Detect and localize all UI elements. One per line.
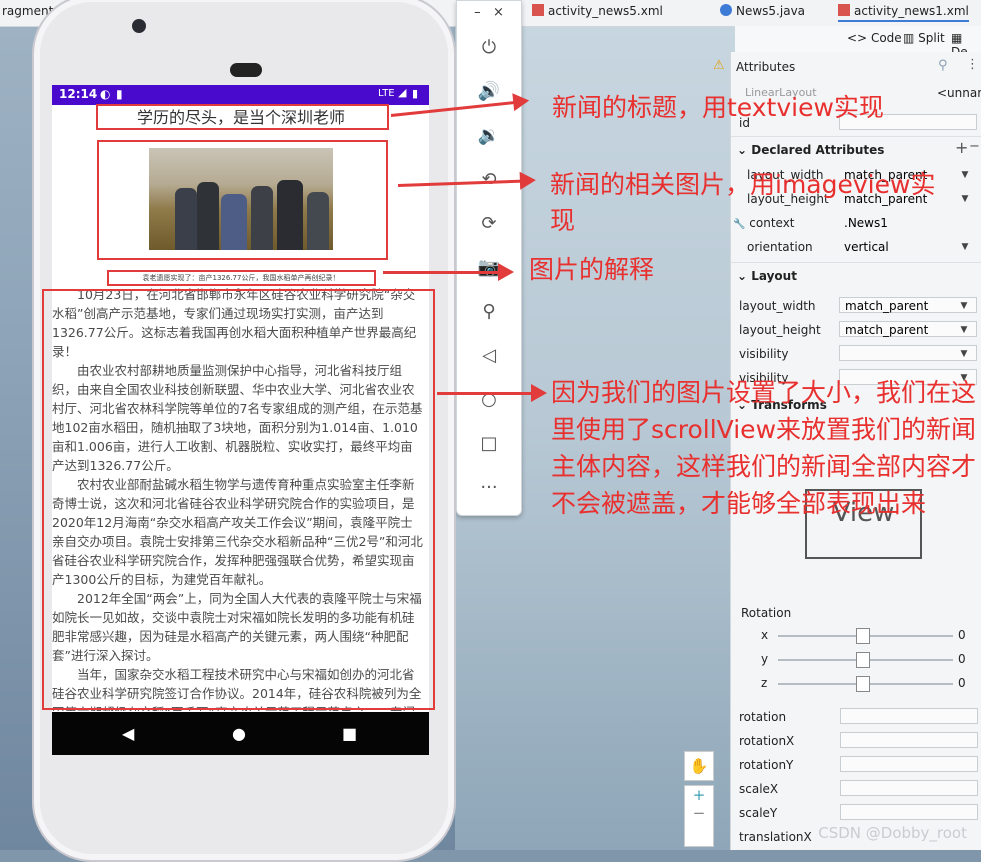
volume-down-icon[interactable]: 🔉 [457, 125, 521, 146]
annotation-scrollview: 因为我们的图片设置了大小，我们在这里使用了scrollView来放置我们的新闻主… [551, 378, 977, 518]
layout-value[interactable]: ▼ [839, 345, 977, 361]
battery-icon: ▮ [412, 87, 419, 100]
nav-back-icon[interactable]: ◀ [122, 724, 134, 743]
signal-icon: ◢ [398, 86, 407, 99]
nav-bar: ◀ ● ■ [52, 712, 429, 755]
pan-hand-icon[interactable]: ✋ [684, 751, 714, 781]
tab-news5-java[interactable]: News5.java [720, 4, 805, 18]
split-mode-button[interactable]: ▥ Split [903, 31, 945, 45]
arrow-to-scroll-note [437, 384, 547, 402]
transform-field[interactable] [840, 780, 978, 796]
image-highlight-box [97, 140, 388, 260]
tab-activity-news1[interactable]: activity_news1.xml [838, 4, 969, 22]
code-mode-button[interactable]: <> Code [847, 31, 902, 45]
more-icon[interactable]: ··· [457, 477, 521, 498]
slider-knob[interactable] [856, 652, 870, 668]
csdn-watermark: CSDN @Dobby_root [818, 824, 967, 842]
declared-value[interactable]: vertical ▼ [839, 239, 977, 255]
declared-attributes-header[interactable]: ⌄ Declared Attributes [737, 143, 981, 157]
rotation-label: Rotation [741, 606, 792, 620]
xml-file-icon [532, 4, 544, 16]
power-icon[interactable]: ⏻ [457, 37, 521, 58]
more-vert-icon[interactable]: ⋮ [966, 57, 979, 72]
add-attribute-icon[interactable]: + [955, 138, 968, 157]
minimize-close[interactable]: – × [457, 5, 521, 20]
rotation-y-slider[interactable] [778, 652, 953, 668]
java-file-icon [720, 4, 732, 16]
nav-home-icon[interactable]: ● [232, 724, 246, 743]
slider-knob[interactable] [856, 628, 870, 644]
rotation-z-value: 0 [958, 676, 966, 690]
rotation-x-slider[interactable] [778, 628, 953, 644]
zoom-icon[interactable]: ⚲ [457, 301, 521, 322]
network-type: LTE [378, 88, 395, 99]
view-mode-bar: <> Code ▥ Split ▦ De [735, 26, 981, 59]
clock: 12:14 [59, 87, 98, 101]
annotation-caption: 图片的解释 [529, 255, 655, 284]
nav-recents-icon[interactable]: ■ [342, 724, 357, 743]
title-highlight-box [96, 104, 389, 130]
volume-up-icon[interactable]: 🔊 [457, 81, 521, 102]
annotation-image: 新闻的相关图片，用imageview实现 [550, 170, 936, 235]
earpiece-speaker [230, 63, 262, 77]
zoom-out-icon[interactable]: − [685, 804, 713, 822]
front-camera [132, 19, 146, 33]
back-icon[interactable]: ◁ [457, 345, 521, 366]
xml-file-icon [838, 4, 850, 16]
transform-field[interactable] [840, 708, 978, 724]
transform-field[interactable] [840, 804, 978, 820]
rotation-x-value: 0 [958, 628, 966, 642]
arrow-to-caption-note [383, 263, 514, 281]
remove-attribute-icon[interactable]: − [969, 139, 980, 154]
transform-field[interactable] [840, 732, 978, 748]
layout-value[interactable]: match_parent ▼ [839, 321, 977, 337]
search-icon[interactable]: ⚲ [938, 58, 948, 73]
annotation-title: 新闻的标题，用textview实现 [552, 93, 884, 122]
status-bar: 12:14 ◐ ▮ LTE ◢ ▮ [52, 85, 429, 105]
overview-icon[interactable]: □ [457, 433, 521, 454]
minimize-icon[interactable]: – [474, 5, 481, 20]
rotation-y-value: 0 [958, 652, 966, 666]
transform-field[interactable] [840, 756, 978, 772]
emulator-toolbar: – × ⏻ 🔊 🔉 ⟲ ⟳ 📷 ⚲ ◁ ○ □ ··· [456, 0, 522, 516]
close-icon[interactable]: × [493, 5, 504, 20]
zoom-in-icon[interactable]: + [685, 786, 713, 804]
notification-icon: ◐ [100, 87, 111, 101]
sd-card-icon: ▮ [116, 87, 123, 101]
layout-value[interactable]: match_parent ▼ [839, 297, 977, 313]
tab-activity-news5[interactable]: activity_news5.xml [532, 4, 663, 18]
warning-icon: ⚠ [713, 58, 725, 73]
slider-knob[interactable] [856, 676, 870, 692]
rotate-right-icon[interactable]: ⟳ [457, 213, 521, 234]
scrollview-highlight-box [42, 289, 435, 710]
rotation-z-slider[interactable] [778, 676, 953, 692]
caption-highlight-box [107, 270, 376, 286]
zoom-controls[interactable]: + − [684, 785, 714, 847]
